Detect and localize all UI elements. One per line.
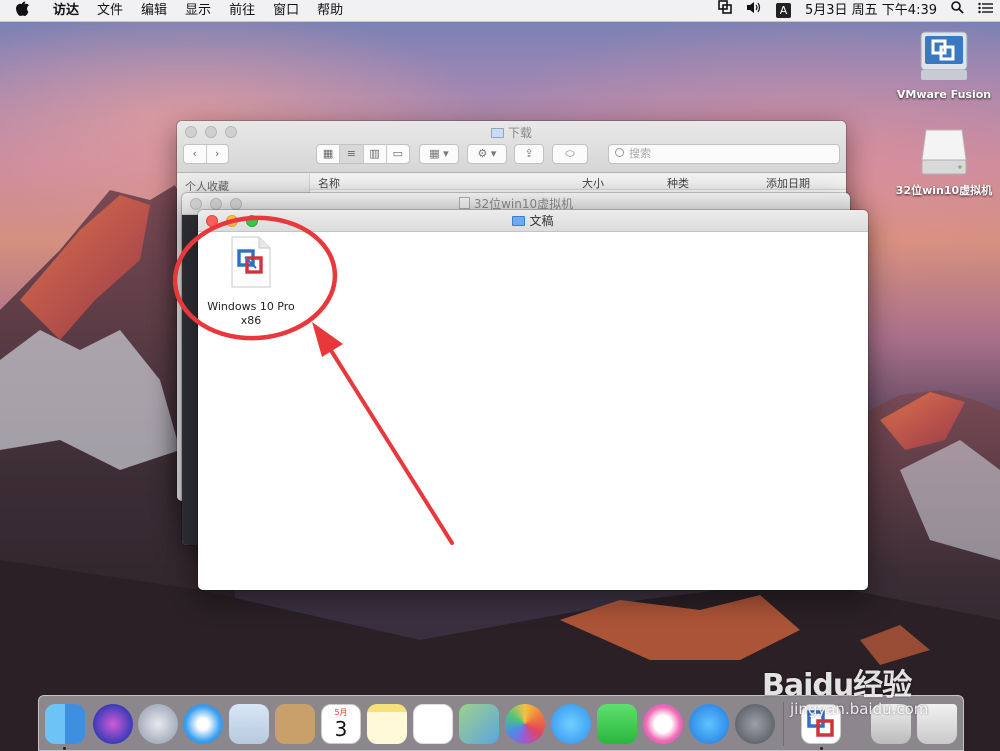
column-name[interactable]: 名称 <box>318 175 340 191</box>
back-forward-buttons[interactable]: ‹ › <box>183 144 229 164</box>
running-indicator <box>820 747 823 750</box>
forward-icon[interactable]: › <box>207 145 229 163</box>
file-name-line2: x86 <box>240 314 262 327</box>
window-title: 32位win10虚拟机 <box>473 197 574 211</box>
drive-icon <box>920 126 968 176</box>
reminders-icon[interactable] <box>413 704 453 744</box>
action-button[interactable]: ⚙ ▾ <box>467 144 507 164</box>
file-name-line1: Windows 10 Pro <box>207 300 295 313</box>
folder-icon <box>490 128 504 138</box>
safari-icon[interactable] <box>183 704 223 744</box>
column-size[interactable]: 大小 <box>582 175 604 191</box>
documents-folder-icon <box>512 216 526 226</box>
menu-window[interactable]: 窗口 <box>264 0 308 22</box>
search-placeholder: 搜索 <box>629 147 651 160</box>
view-mode-segment[interactable]: ▦ ≡ ▥ ▭ <box>316 144 410 164</box>
gear-icon: ⚙ ▾ <box>477 147 497 160</box>
spotlight-icon[interactable] <box>944 0 971 22</box>
photos-icon[interactable] <box>505 704 545 744</box>
share-icon: ⇪ <box>524 147 534 160</box>
contacts-icon[interactable] <box>275 704 315 744</box>
vmware-fusion-icon <box>919 30 969 82</box>
downloads-toolbar: 下载 ‹ › ▦ ≡ ▥ ▭ ▦ ▾ ⚙ ▾ ⇪ ⬭ 搜索 <box>177 121 846 173</box>
minimize-button[interactable] <box>226 215 238 227</box>
drive-small-icon <box>458 197 470 209</box>
menu-app-name[interactable]: 访达 <box>44 0 88 22</box>
arrange-button[interactable]: ▦ ▾ <box>419 144 459 164</box>
menu-clock[interactable]: 5月3日 周五 下午4:39 <box>798 0 944 22</box>
share-button[interactable]: ⇪ <box>514 144 544 164</box>
back-icon[interactable]: ‹ <box>184 145 207 163</box>
file-item-windows-10-pro[interactable]: Windows 10 Pro x86 <box>206 236 296 328</box>
documents-window[interactable]: 文稿 Windows 10 Pro x86 <box>198 210 868 590</box>
calendar-day: 3 <box>334 717 348 741</box>
window-title: 下载 <box>507 126 532 140</box>
vmware-vm-document-icon <box>231 236 271 288</box>
menu-bar: 访达 文件 编辑 显示 前往 窗口 帮助 A 5月3日 周五 下午4:39 <box>0 0 1000 22</box>
vmware-status-icon[interactable] <box>711 0 739 22</box>
window-controls[interactable] <box>190 198 242 210</box>
watermark-url: jingyan.baidu.com <box>790 700 929 718</box>
menu-go[interactable]: 前往 <box>220 0 264 22</box>
menu-file[interactable]: 文件 <box>88 0 132 22</box>
maps-icon[interactable] <box>459 704 499 744</box>
launchpad-icon[interactable] <box>138 704 178 744</box>
column-kind[interactable]: 种类 <box>667 175 689 191</box>
app-store-icon[interactable] <box>689 704 729 744</box>
desktop-icon-label: VMware Fusion <box>896 88 992 101</box>
column-header: 名称 大小 种类 添加日期 <box>310 173 846 190</box>
watermark-brand: Baidu经验 <box>762 668 912 703</box>
file-name: Windows 10 Pro x86 <box>206 300 296 328</box>
desktop-icon-label: 32位win10虚拟机 <box>895 184 993 197</box>
close-button[interactable] <box>190 198 202 210</box>
column-date-added[interactable]: 添加日期 <box>766 175 810 191</box>
menu-view[interactable]: 显示 <box>176 0 220 22</box>
menu-help[interactable]: 帮助 <box>308 0 352 22</box>
desktop-icon-vmware-fusion[interactable]: VMware Fusion <box>889 30 999 101</box>
zoom-button[interactable] <box>230 198 242 210</box>
desktop-icon-32bit-drive[interactable]: 32位win10虚拟机 <box>889 126 999 198</box>
arrange-icon: ▦ ▾ <box>429 147 449 160</box>
list-view-icon[interactable]: ≡ <box>340 145 364 163</box>
finder-icon[interactable] <box>45 704 85 744</box>
cover-flow-icon[interactable]: ▭ <box>387 145 409 163</box>
input-method-indicator[interactable]: A <box>769 0 798 22</box>
notes-icon[interactable] <box>367 704 407 744</box>
siri-icon[interactable] <box>93 704 133 744</box>
baidu-jingyan-watermark: Baidu经验 jingyan.baidu.com <box>762 660 928 718</box>
facetime-icon[interactable] <box>597 704 637 744</box>
close-button[interactable] <box>206 215 218 227</box>
apple-menu-icon[interactable] <box>0 1 44 20</box>
downloads-title-bar: 下载 <box>177 124 846 141</box>
tag-icon: ⬭ <box>565 147 575 160</box>
window-title: 文稿 <box>529 214 554 228</box>
volume-icon[interactable] <box>739 0 769 22</box>
documents-title-bar: 文稿 <box>198 210 868 232</box>
column-view-icon[interactable]: ▥ <box>364 145 387 163</box>
itunes-icon[interactable] <box>643 704 683 744</box>
tags-button[interactable]: ⬭ <box>552 144 588 164</box>
search-input[interactable]: 搜索 <box>608 144 840 164</box>
notification-center-icon[interactable] <box>971 0 1000 22</box>
mail-icon[interactable] <box>229 704 269 744</box>
icon-view-icon[interactable]: ▦ <box>317 145 341 163</box>
calendar-icon[interactable]: 5月 3 <box>321 704 361 744</box>
input-method-label: A <box>776 2 791 18</box>
menu-edit[interactable]: 编辑 <box>132 0 176 22</box>
search-icon <box>615 148 624 157</box>
messages-icon[interactable] <box>551 704 591 744</box>
zoom-button[interactable] <box>246 215 258 227</box>
running-indicator <box>63 747 66 750</box>
minimize-button[interactable] <box>210 198 222 210</box>
window-controls[interactable] <box>206 215 258 227</box>
